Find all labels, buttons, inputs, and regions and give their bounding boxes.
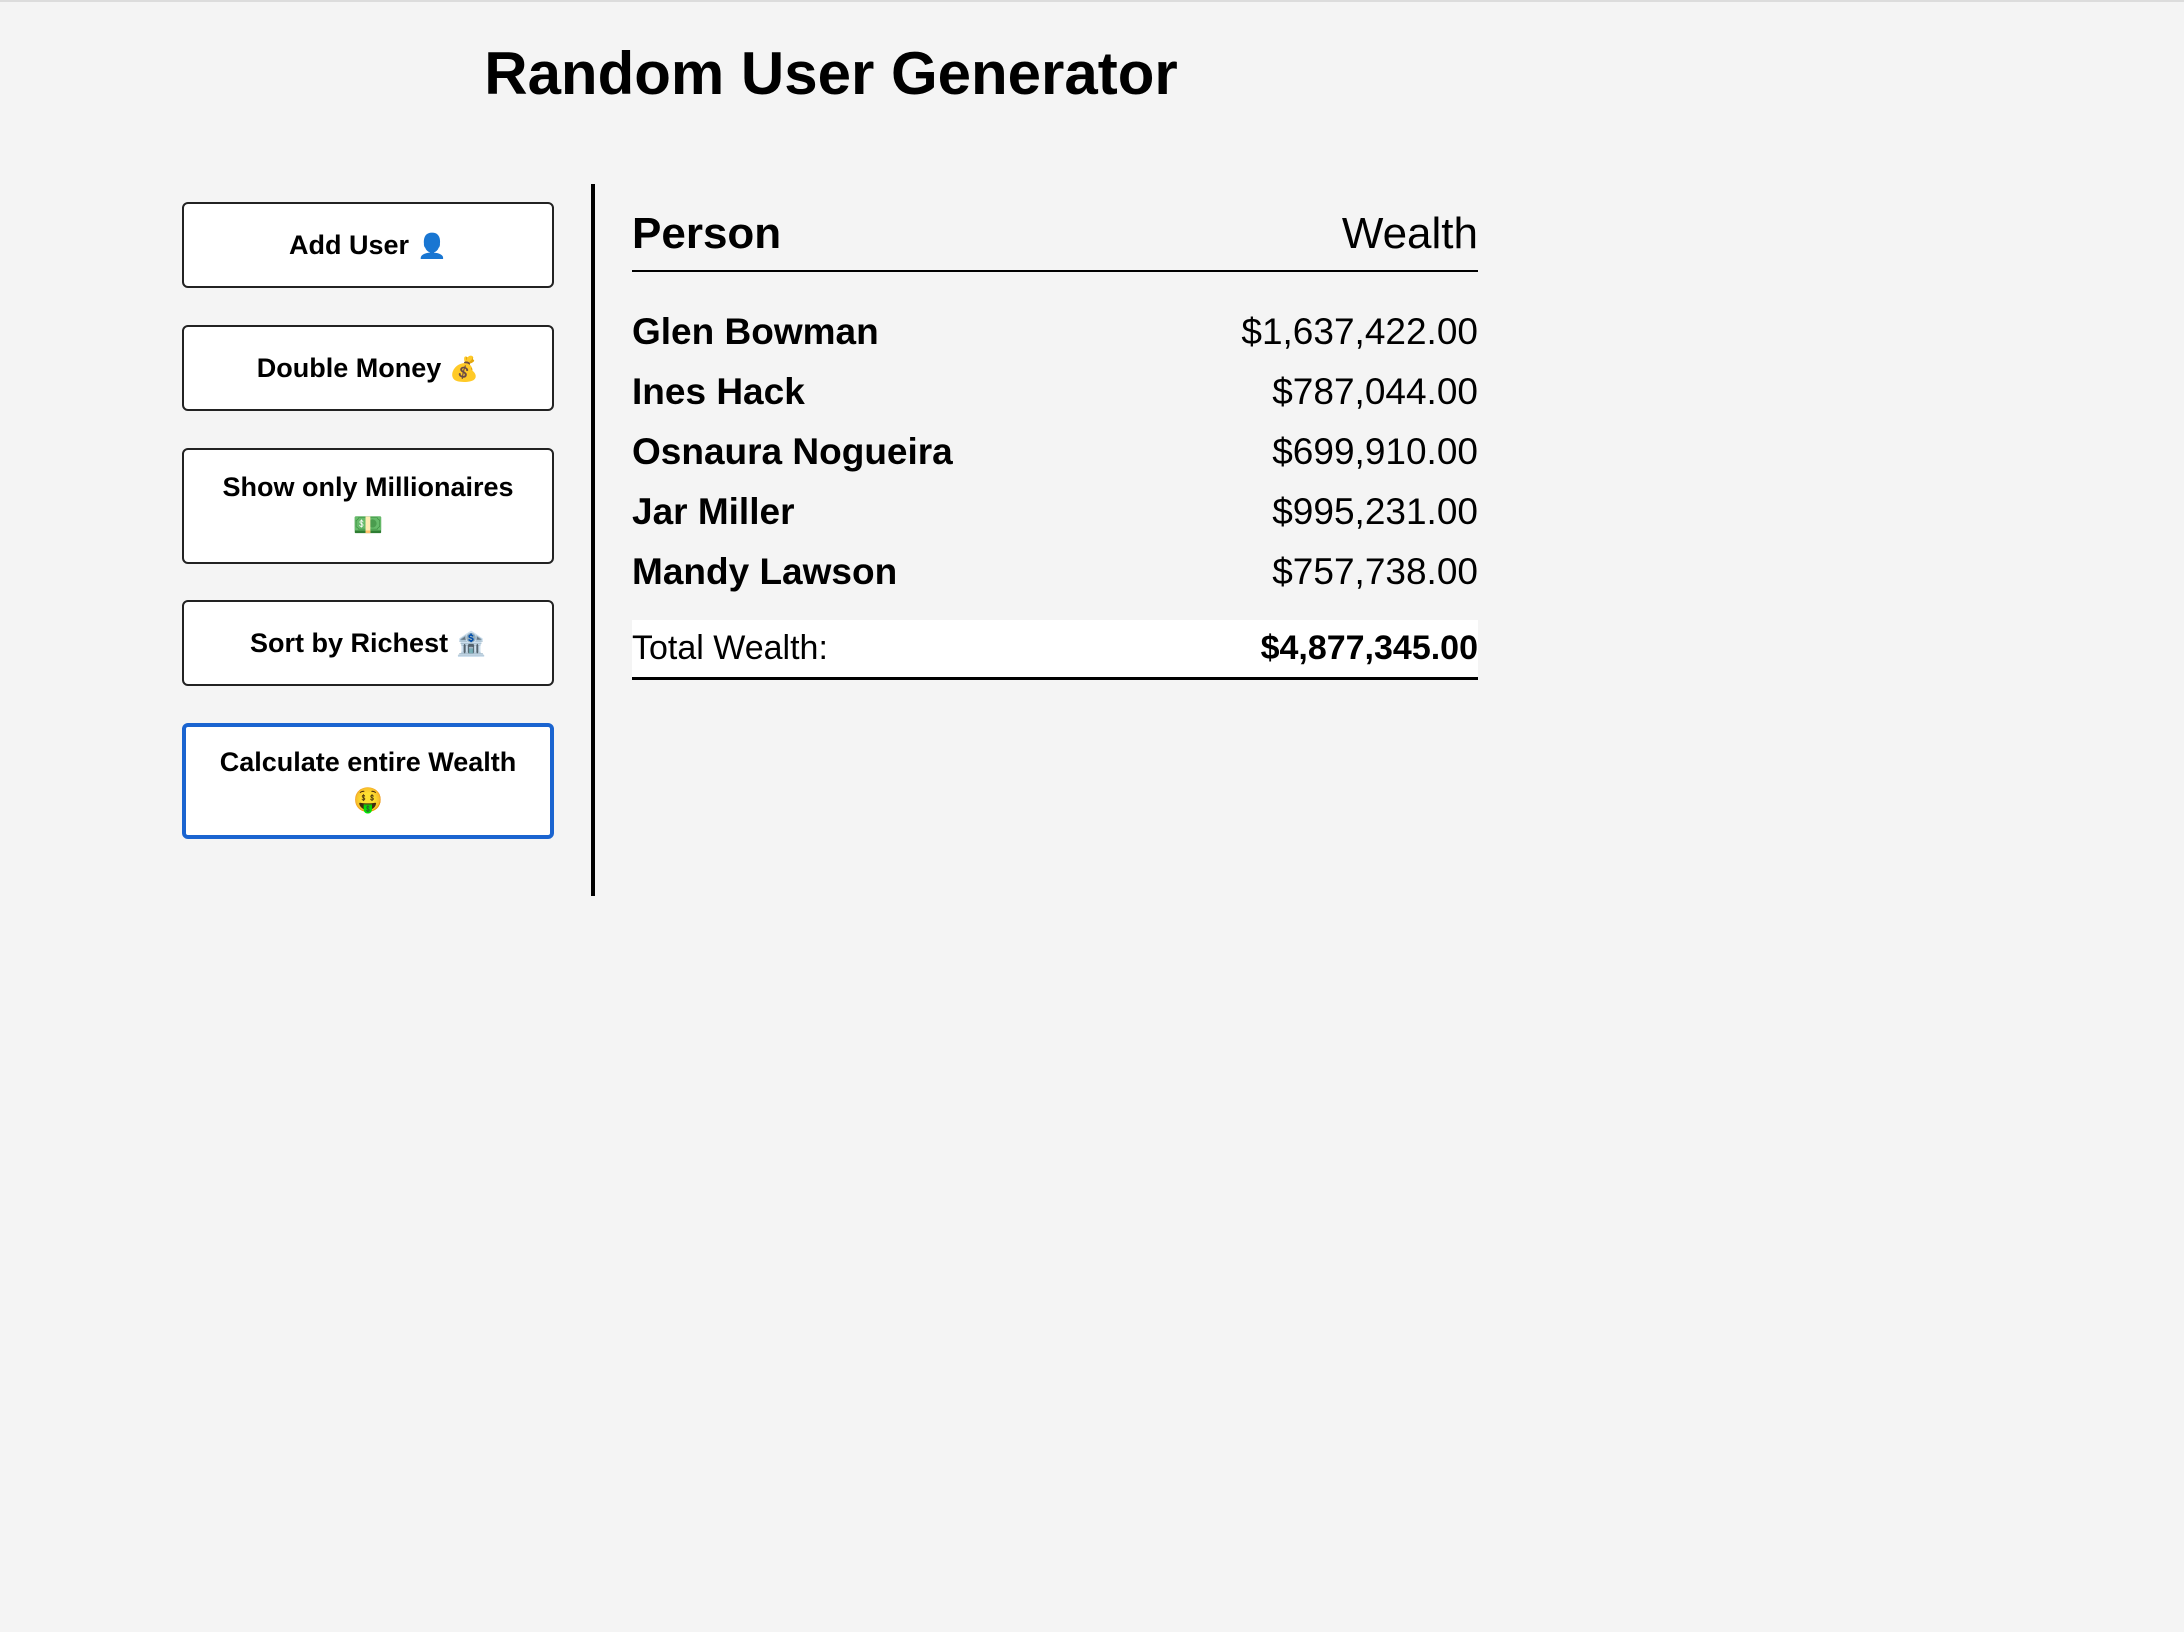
total-wealth-value: $4,877,345.00 xyxy=(1260,629,1478,667)
add-user-label: Add User xyxy=(289,229,410,260)
person-wealth: $1,637,422.00 xyxy=(1241,311,1478,352)
money-bag-icon: 💰 xyxy=(449,354,480,383)
person-wealth: $995,231.00 xyxy=(1272,491,1478,532)
total-wealth-label: Total Wealth: xyxy=(632,629,828,667)
page-title: Random User Generator xyxy=(484,40,1178,107)
table-header: Person Wealth xyxy=(632,198,1478,272)
dollar-banknote-icon: 💵 xyxy=(353,511,383,539)
bank-icon: 🏦 xyxy=(456,629,486,658)
person-wealth: $787,044.00 xyxy=(1272,371,1478,412)
double-money-label: Double Money xyxy=(256,352,442,383)
calculate-wealth-label: Calculate entire Wealth xyxy=(219,747,517,777)
total-wealth-row: Total Wealth: $4,877,345.00 xyxy=(632,620,1478,680)
person-name: Ines Hack xyxy=(632,371,805,412)
person-list: Glen Bowman $1,637,422.00 Ines Hack $787… xyxy=(632,302,1478,602)
column-header-wealth: Wealth xyxy=(1341,209,1478,258)
sort-by-richest-button[interactable]: Sort by Richest 🏦 xyxy=(182,600,554,686)
person-wealth: $757,738.00 xyxy=(1272,551,1478,592)
money-mouth-face-icon: 🤑 xyxy=(353,786,383,814)
person-name: Osnaura Nogueira xyxy=(632,431,953,472)
table-row: Osnaura Nogueira $699,910.00 xyxy=(632,422,1478,482)
table-row: Mandy Lawson $757,738.00 xyxy=(632,542,1478,602)
vertical-divider xyxy=(591,184,595,896)
calculate-wealth-button[interactable]: Calculate entire Wealth 🤑 xyxy=(182,723,554,839)
wealth-table: Person Wealth Glen Bowman $1,637,422.00 … xyxy=(632,198,1478,680)
person-name: Jar Miller xyxy=(632,491,795,532)
column-header-person: Person xyxy=(632,209,782,258)
table-row: Jar Miller $995,231.00 xyxy=(632,482,1478,542)
person-wealth: $699,910.00 xyxy=(1272,431,1478,472)
bust-silhouette-icon: 👤 xyxy=(417,231,447,260)
show-millionaires-button[interactable]: Show only Millionaires 💵 xyxy=(182,448,554,564)
table-row: Glen Bowman $1,637,422.00 xyxy=(632,302,1478,362)
sort-by-richest-label: Sort by Richest xyxy=(250,627,449,658)
person-name: Glen Bowman xyxy=(632,311,879,352)
show-millionaires-label: Show only Millionaires xyxy=(222,472,514,502)
add-user-button[interactable]: Add User 👤 xyxy=(182,202,554,288)
table-row: Ines Hack $787,044.00 xyxy=(632,362,1478,422)
person-name: Mandy Lawson xyxy=(632,551,898,592)
double-money-button[interactable]: Double Money 💰 xyxy=(182,325,554,411)
